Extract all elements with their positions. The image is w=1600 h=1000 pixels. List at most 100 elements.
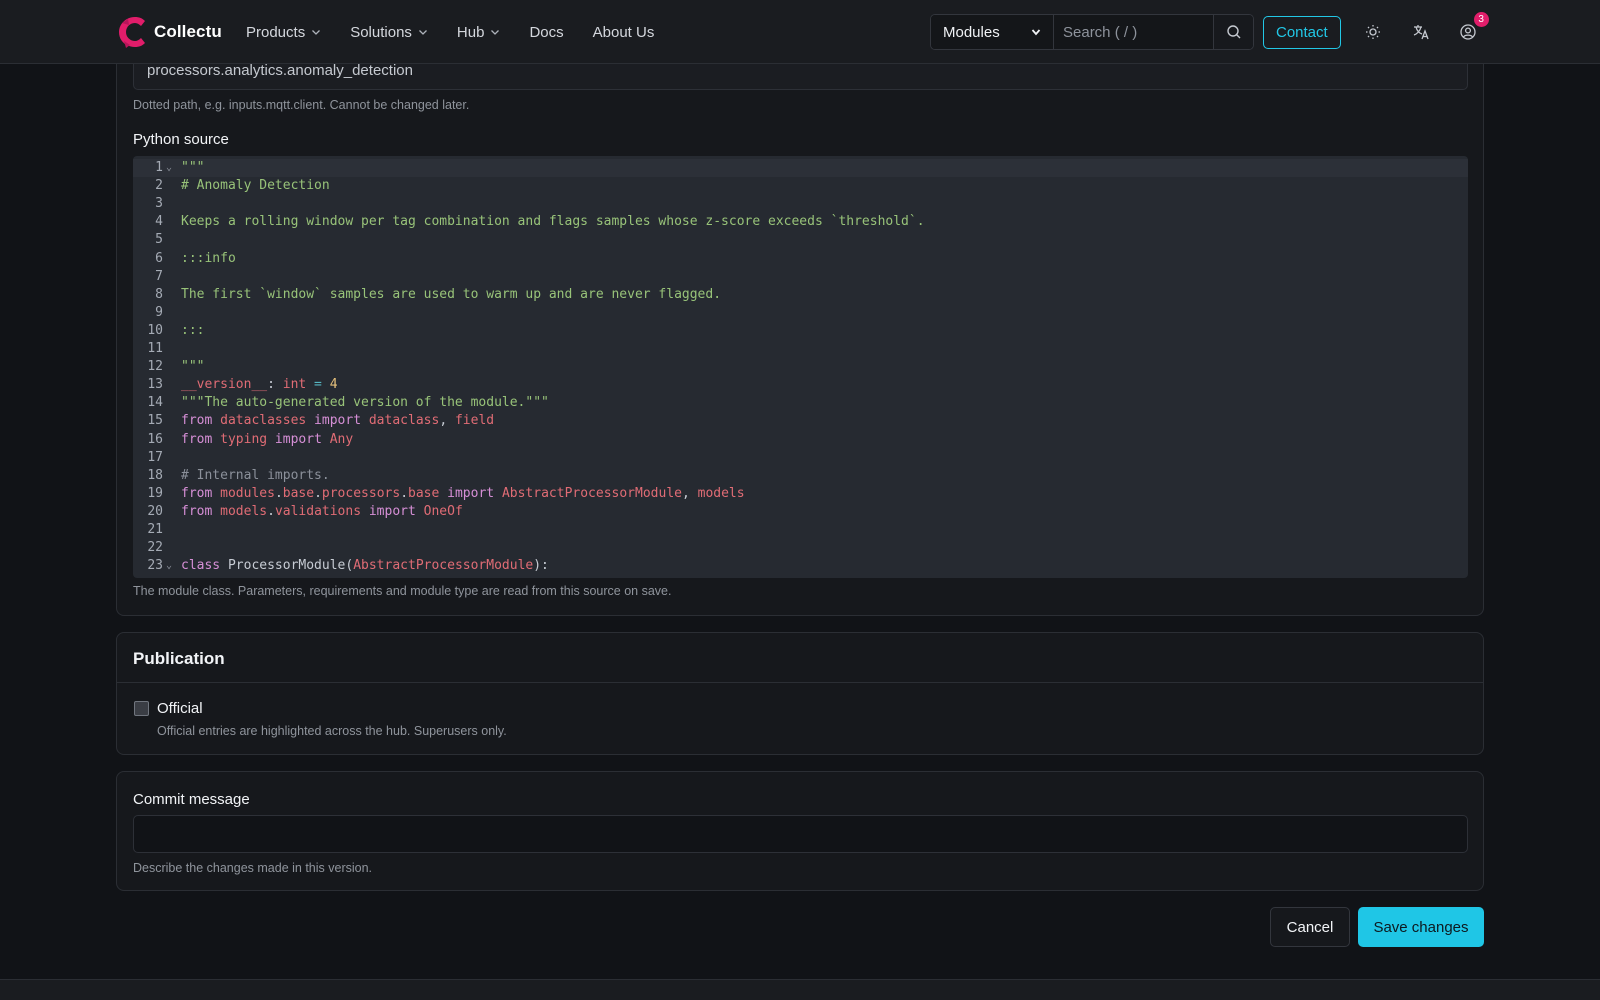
code-line[interactable]: 15 from dataclasses import dataclass, fie…: [133, 412, 1468, 430]
line-number: 22: [147, 540, 163, 556]
code-line[interactable]: 18 # Internal imports.: [133, 467, 1468, 485]
code-token: typing: [220, 431, 268, 447]
line-number: 2: [155, 178, 163, 194]
official-label[interactable]: Official: [157, 700, 203, 717]
theme-toggle-button[interactable]: [1359, 18, 1387, 46]
code-token: import: [439, 485, 502, 501]
code-token: 4: [329, 377, 338, 393]
nav-docs-label: Docs: [529, 23, 564, 41]
code-line[interactable]: 4 Keeps a rolling window per tag combinat…: [133, 213, 1468, 231]
save-changes-button[interactable]: Save changes: [1358, 907, 1484, 947]
search-button[interactable]: [1213, 15, 1253, 49]
code-token: =: [306, 377, 330, 393]
code-line[interactable]: 23 ⌄ class ProcessorModule(AbstractProcess…: [133, 557, 1468, 575]
code-token: models: [220, 503, 268, 519]
code-token: int: [282, 377, 307, 393]
code-line[interactable]: 12 """: [133, 358, 1468, 376]
nav-hub[interactable]: Hub: [457, 24, 501, 41]
code-line[interactable]: 21: [133, 521, 1468, 539]
commit-message-help: Describe the changes made in this versio…: [133, 861, 373, 875]
code-token: # Anomaly Detection: [181, 178, 330, 194]
search-scope-value: Modules: [943, 23, 1000, 41]
line-number: 12: [147, 359, 163, 375]
commit-message-input[interactable]: [133, 815, 1468, 853]
commit-card: Commit message Describe the changes made…: [116, 771, 1484, 891]
official-checkbox[interactable]: [134, 701, 149, 716]
line-number: 23: [147, 558, 163, 574]
nav-products-label: Products: [246, 23, 306, 41]
user-circle-icon: [1460, 24, 1476, 40]
divider: [117, 682, 1483, 683]
search-group: Modules: [930, 14, 1254, 50]
code-line[interactable]: 13 __version__: int = 4: [133, 376, 1468, 394]
code-line[interactable]: 5: [133, 231, 1468, 249]
code-line[interactable]: 17: [133, 449, 1468, 467]
line-number: 18: [147, 467, 163, 483]
code-token: import: [306, 413, 369, 429]
user-menu-button[interactable]: 3: [1454, 12, 1489, 46]
code-token: The first `window` samples are used to w…: [181, 286, 722, 302]
nav-products[interactable]: Products: [246, 24, 321, 41]
footer: [0, 979, 1600, 1000]
code-line[interactable]: 19 from modules.base.processors.base impo…: [133, 485, 1468, 503]
code-line[interactable]: 6:::info: [133, 250, 1468, 268]
code-line[interactable]: 2 # Anomaly Detection: [133, 177, 1468, 195]
code-line[interactable]: 1 ⌄ """: [133, 159, 1468, 177]
nav-about-us[interactable]: About Us: [593, 24, 655, 41]
brand-name: Collectu: [154, 22, 222, 41]
code-token: """: [181, 160, 205, 175]
line-number: 8: [155, 286, 163, 302]
code-line[interactable]: 10:::: [133, 322, 1468, 340]
code-token: :::: [181, 322, 205, 338]
module-path-help: Dotted path, e.g. inputs.mqtt.client. Ca…: [133, 98, 470, 112]
top-navbar: Collectu Products Solutions Hub Docs Abo…: [0, 0, 1600, 64]
code-token: dataclasses: [220, 413, 307, 429]
code-token: OneOf: [423, 503, 463, 519]
code-text: # Anomaly Detection: [181, 177, 330, 195]
contact-button[interactable]: Contact: [1263, 15, 1341, 49]
code-line[interactable]: 11: [133, 340, 1468, 358]
code-token: import: [267, 431, 330, 447]
code-text: Keeps a rolling window per tag combinati…: [181, 213, 925, 231]
line-number: 10: [147, 322, 163, 338]
code-line[interactable]: 22: [133, 539, 1468, 557]
code-line[interactable]: 7: [133, 268, 1468, 286]
code-line[interactable]: 20 from models.validations import OneOf: [133, 503, 1468, 521]
code-token: ,: [439, 413, 455, 429]
notification-badge: 3: [1473, 12, 1489, 27]
search-scope-select[interactable]: Modules: [931, 15, 1054, 49]
python-source-label: Python source: [133, 131, 229, 148]
code-line[interactable]: 9: [133, 304, 1468, 322]
code-line[interactable]: 8 The first `window` samples are used to …: [133, 286, 1468, 304]
code-text: class ProcessorModule(AbstractProcessorM…: [181, 557, 549, 575]
publication-card: Publication Official Official entries ar…: [116, 632, 1484, 755]
code-text: :::: [181, 322, 204, 340]
line-number: 15: [147, 413, 163, 429]
fold-chevron-icon[interactable]: ⌄: [166, 557, 172, 575]
code-token: models: [697, 485, 745, 501]
code-text: from typing import Any: [181, 431, 353, 449]
code-token: .: [400, 485, 409, 501]
nav-solutions[interactable]: Solutions: [350, 24, 428, 41]
fold-chevron-icon[interactable]: ⌄: [166, 159, 172, 177]
brand-home-link[interactable]: Collectu: [116, 14, 222, 50]
code-token: .: [314, 485, 322, 501]
code-editor[interactable]: 1 ⌄ """ 2 # Anomaly Detection 3 4 Keeps a rolli…: [133, 156, 1468, 578]
code-token: :::info: [181, 250, 236, 266]
code-token: processors: [321, 485, 401, 501]
sun-icon: [1365, 25, 1380, 39]
commit-message-label: Commit message: [133, 791, 250, 808]
code-text: __version__: int = 4: [181, 376, 338, 394]
search-input[interactable]: [1054, 15, 1213, 49]
cancel-button[interactable]: Cancel: [1270, 907, 1350, 947]
line-number: 9: [155, 304, 163, 320]
language-button[interactable]: [1407, 18, 1435, 46]
chevron-down-icon: [1031, 29, 1041, 36]
line-number: 11: [147, 341, 163, 356]
line-number: 1: [155, 160, 163, 175]
code-token: .: [267, 503, 275, 519]
code-line[interactable]: 3: [133, 195, 1468, 213]
code-line[interactable]: 14 """The auto-generated version of the m…: [133, 394, 1468, 412]
nav-docs[interactable]: Docs: [529, 24, 563, 41]
code-line[interactable]: 16 from typing import Any: [133, 431, 1468, 449]
